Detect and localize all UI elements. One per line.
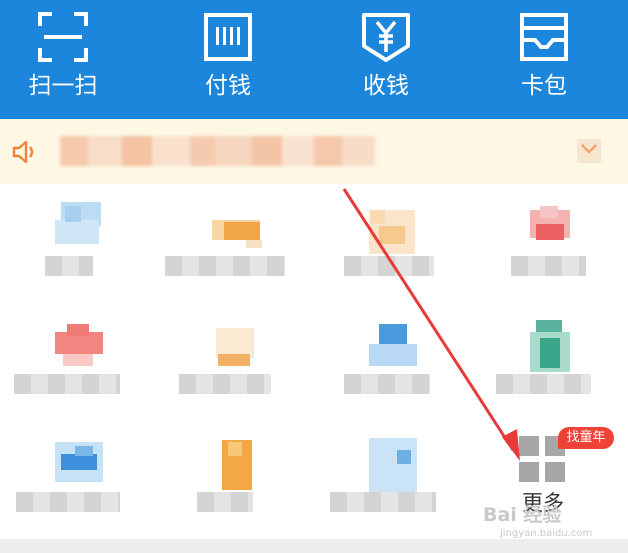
app-label-pixelated xyxy=(344,374,430,394)
notice-close-icon[interactable] xyxy=(576,138,602,164)
pay-label: 付钱 xyxy=(205,73,251,99)
app-tile[interactable] xyxy=(314,184,471,301)
collect-button[interactable]: 收钱 xyxy=(331,0,441,119)
app-tile[interactable] xyxy=(0,184,157,301)
bottom-divider xyxy=(0,539,628,553)
app-tile[interactable] xyxy=(314,302,471,419)
app-tile[interactable] xyxy=(0,420,157,537)
app-grid xyxy=(0,184,628,539)
app-label-pixelated xyxy=(344,256,434,276)
card-wallet-button[interactable]: 卡包 xyxy=(489,0,599,119)
card-wallet-icon xyxy=(520,13,568,61)
app-label-pixelated xyxy=(496,374,591,394)
top-action-bar: 扫一扫 付钱 收钱 卡包 xyxy=(0,0,628,119)
collect-label: 收钱 xyxy=(363,73,409,99)
app-label-pixelated xyxy=(511,256,586,276)
app-tile[interactable] xyxy=(314,420,471,537)
app-label-pixelated xyxy=(330,492,436,512)
app-label-pixelated xyxy=(179,374,271,394)
scan-label: 扫一扫 xyxy=(28,73,98,99)
app-icon-pixelated xyxy=(368,432,417,494)
app-icon-pixelated xyxy=(212,314,260,374)
app-label-pixelated xyxy=(197,492,253,512)
pay-code-icon xyxy=(204,13,252,61)
app-label-pixelated xyxy=(14,374,120,394)
app-label-pixelated xyxy=(165,256,285,276)
app-icon-pixelated xyxy=(54,196,103,256)
app-icon-pixelated xyxy=(368,196,417,256)
app-tile[interactable] xyxy=(157,184,314,301)
watermark-logo: Bai 经验 xyxy=(483,504,562,526)
app-tile[interactable] xyxy=(471,302,628,419)
collect-money-icon xyxy=(362,13,410,62)
app-tile[interactable] xyxy=(157,420,314,537)
card-wallet-label: 卡包 xyxy=(521,73,567,99)
watermark-url: jingyan.baidu.com xyxy=(500,528,593,539)
app-label-pixelated xyxy=(16,492,120,512)
app-tile[interactable] xyxy=(471,184,628,301)
app-icon-pixelated xyxy=(526,314,574,374)
promo-badge: 找童年 xyxy=(558,427,614,449)
pay-button[interactable]: 付钱 xyxy=(173,0,283,119)
app-icon-pixelated xyxy=(526,196,574,256)
scan-button[interactable]: 扫一扫 xyxy=(8,0,118,119)
scan-icon xyxy=(38,12,88,62)
announcement-text-pixelated xyxy=(60,136,375,166)
speaker-icon xyxy=(12,140,34,164)
app-icon-pixelated xyxy=(211,196,262,256)
app-icon-pixelated xyxy=(212,432,260,492)
app-icon-pixelated xyxy=(54,432,103,492)
app-icon-pixelated xyxy=(54,314,103,374)
app-label-pixelated xyxy=(45,256,93,276)
app-tile[interactable] xyxy=(157,302,314,419)
app-icon-pixelated xyxy=(368,314,417,374)
app-tile[interactable] xyxy=(0,302,157,419)
